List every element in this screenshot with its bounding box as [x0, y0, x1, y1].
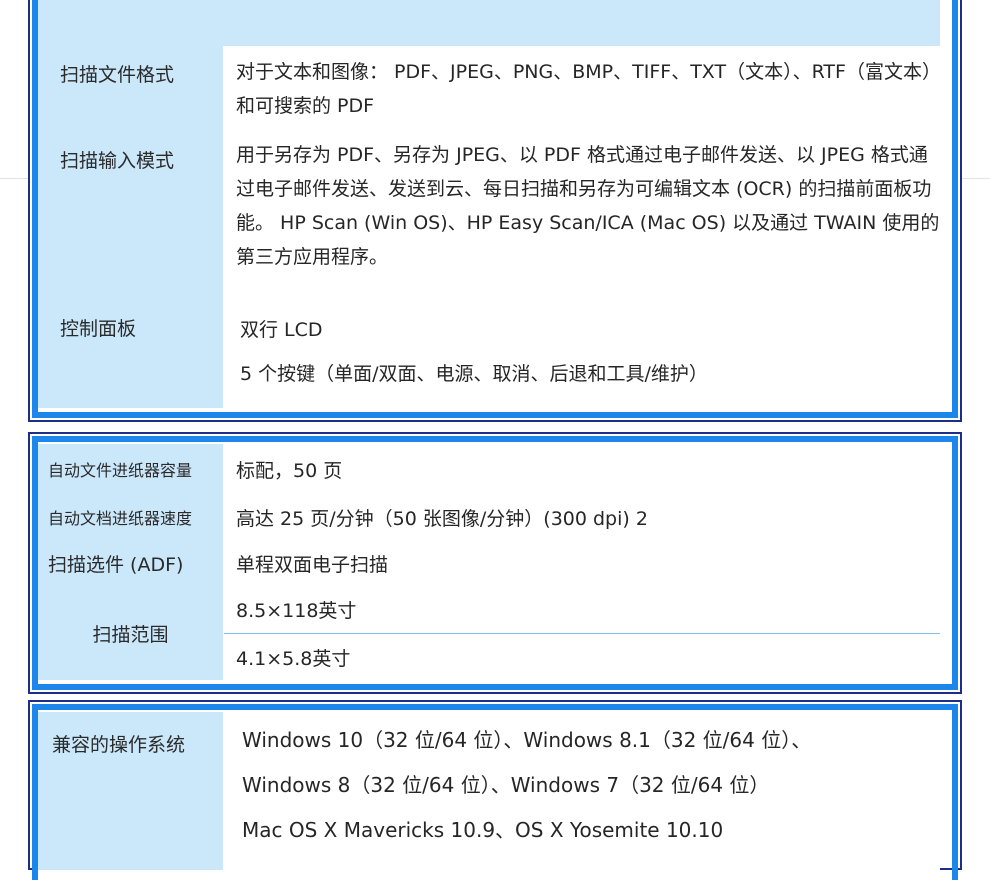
spec-panel-1: 扫描文件格式 对于文本和图像： PDF、JPEG、PNG、BMP、TIFF、TX…: [28, 0, 962, 422]
spec-label: 扫描输入模式: [38, 132, 224, 300]
spec-value: 对于文本和图像： PDF、JPEG、PNG、BMP、TIFF、TXT（文本）、R…: [224, 46, 940, 132]
spec-row-next-partial: [38, 850, 940, 870]
spec-row-scan-file-format: 扫描文件格式 对于文本和图像： PDF、JPEG、PNG、BMP、TIFF、TX…: [38, 46, 940, 132]
spec-label: 扫描文件格式: [38, 46, 224, 132]
spec-value-empty: [224, 850, 940, 870]
spec-label: 扫描范围: [38, 586, 224, 680]
spec-row-adf-speed: 自动文档进纸器速度 高达 25 页/分钟（50 张图像/分钟）(300 dpi)…: [38, 494, 940, 540]
spec-row-control-panel: 控制面板 双行 LCD 5 个按键（单面/双面、电源、取消、后退和工具/维护）: [38, 300, 940, 408]
spec-value-line: Windows 10（32 位/64 位）、Windows 8.1（32 位/6…: [242, 728, 812, 752]
spec-panel-3: 兼容的操作系统 Windows 10（32 位/64 位）、Windows 8.…: [28, 700, 962, 880]
spec-value: 双行 LCD 5 个按键（单面/双面、电源、取消、后退和工具/维护）: [224, 300, 940, 408]
spec-label-empty: [38, 850, 224, 870]
spec-value-line: Windows 8（32 位/64 位）、Windows 7（32 位/64 位…: [242, 773, 770, 797]
spec-row-compatible-os: 兼容的操作系统 Windows 10（32 位/64 位）、Windows 8.…: [38, 712, 940, 850]
spec-panel-2: 自动文件进纸器容量 标配，50 页 自动文档进纸器速度 高达 25 页/分钟（5…: [28, 432, 962, 694]
spec-value-line: 5 个按键（单面/双面、电源、取消、后退和工具/维护）: [240, 363, 708, 385]
spec-value-line: 双行 LCD: [240, 319, 323, 341]
spec-row-scan-option: 扫描选件 (ADF) 单程双面电子扫描: [38, 540, 940, 586]
spec-label: 自动文档进纸器速度: [38, 494, 224, 540]
spec-row-scan-input-mode: 扫描输入模式 用于另存为 PDF、另存为 JPEG、以 PDF 格式通过电子邮件…: [38, 132, 940, 300]
spec-label: 兼容的操作系统: [38, 712, 224, 850]
spec-row-adf-capacity: 自动文件进纸器容量 标配，50 页: [38, 444, 940, 494]
spec-value-line: 8.5×118英寸: [236, 600, 357, 622]
spec-label: 自动文件进纸器容量: [38, 444, 224, 494]
spec-value-line: Mac OS X Mavericks 10.9、OS X Yosemite 10…: [242, 818, 724, 842]
spec-value: 用于另存为 PDF、另存为 JPEG、以 PDF 格式通过电子邮件发送、以 JP…: [224, 132, 940, 300]
spec-value: 标配，50 页: [224, 444, 940, 494]
spec-value: 单程双面电子扫描: [224, 540, 940, 586]
panel-header-strip: [38, 0, 940, 46]
spec-value: 高达 25 页/分钟（50 张图像/分钟）(300 dpi) 2: [224, 494, 940, 540]
spec-value-line: 4.1×5.8英寸: [224, 633, 940, 680]
spec-value: 8.5×118英寸 4.1×5.8英寸: [224, 586, 940, 680]
spec-row-scan-range: 扫描范围 8.5×118英寸 4.1×5.8英寸: [38, 586, 940, 680]
spec-label: 控制面板: [38, 300, 224, 408]
spec-value: Windows 10（32 位/64 位）、Windows 8.1（32 位/6…: [224, 712, 940, 850]
spec-label: 扫描选件 (ADF): [38, 540, 224, 586]
